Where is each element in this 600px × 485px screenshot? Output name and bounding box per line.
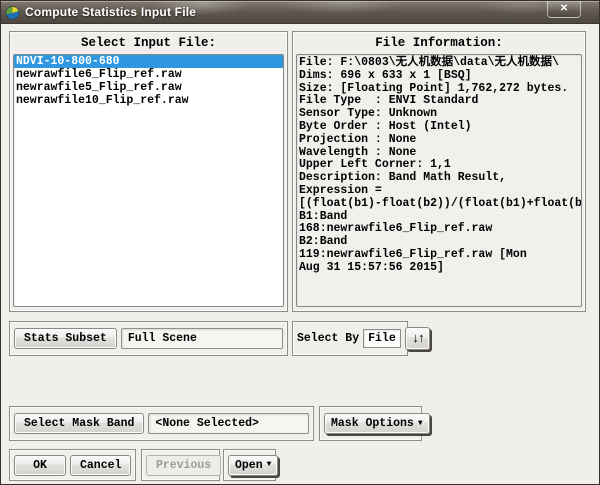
file-list-item[interactable]: NDVI-10-800-680 — [14, 55, 283, 68]
file-info-line: 119:newrawfile6_Flip_ref.raw [Mon — [299, 249, 579, 262]
stats-subset-button[interactable]: Stats Subset — [14, 328, 117, 349]
ok-cancel-group: OK Cancel — [9, 449, 136, 481]
previous-group: Previous — [141, 449, 220, 481]
file-info-line: Expression = — [299, 185, 579, 198]
select-by-toggle-button[interactable]: ↓↑ — [405, 327, 431, 350]
stats-subset-value: Full Scene — [121, 328, 283, 349]
file-info-line: Dims: 696 x 633 x 1 [BSQ] — [299, 70, 579, 83]
envi-app-icon — [5, 5, 20, 20]
input-file-listbox[interactable]: NDVI-10-800-680newrawfile6_Flip_ref.rawn… — [13, 54, 284, 307]
ok-button[interactable]: OK — [14, 455, 66, 476]
file-list-item[interactable]: newrawfile6_Flip_ref.raw — [14, 68, 283, 81]
chevron-down-icon: ▼ — [267, 461, 272, 469]
open-button[interactable]: Open ▼ — [228, 455, 278, 476]
file-list-item[interactable]: newrawfile10_Flip_ref.raw — [14, 94, 283, 107]
up-down-arrows-icon: ↓↑ — [412, 331, 424, 346]
mask-options-button[interactable]: Mask Options ▼ — [324, 413, 430, 434]
stats-subset-group: Stats Subset Full Scene — [9, 321, 288, 356]
select-by-label: Select By — [297, 332, 359, 345]
mask-options-label: Mask Options — [331, 417, 414, 430]
window-title: Compute Statistics Input File — [25, 5, 196, 19]
mask-band-group: Select Mask Band <None Selected> — [9, 406, 314, 441]
file-information-header: File Information: — [293, 32, 585, 52]
file-list-item[interactable]: newrawfile5_Flip_ref.raw — [14, 81, 283, 94]
file-info-line: Byte Order : Host (Intel) — [299, 121, 579, 134]
compute-statistics-dialog: Compute Statistics Input File ✕ Select I… — [0, 0, 600, 485]
file-info-line: Projection : None — [299, 134, 579, 147]
file-info-line: File: F:\0803\无人机数据\data\无人机数据\ — [299, 57, 579, 70]
select-by-group: Select By File ↓↑ — [292, 321, 408, 356]
file-info-line: [(float(b1)-float(b2))/(float(b1)+float(… — [299, 198, 579, 211]
select-input-file-panel: Select Input File: NDVI-10-800-680newraw… — [9, 31, 288, 312]
select-mask-band-button[interactable]: Select Mask Band — [14, 413, 144, 434]
file-information-panel: File Information: File: F:\0803\无人机数据\da… — [292, 31, 586, 312]
file-info-line: Aug 31 15:57:56 2015] — [299, 262, 579, 275]
mask-band-value: <None Selected> — [148, 413, 309, 434]
close-button[interactable]: ✕ — [547, 1, 581, 18]
open-group: Open ▼ — [223, 449, 276, 481]
select-input-file-header: Select Input File: — [10, 32, 287, 52]
chevron-down-icon: ▼ — [418, 420, 423, 428]
mask-options-group: Mask Options ▼ — [319, 406, 422, 441]
title-bar[interactable]: Compute Statistics Input File ✕ — [1, 1, 599, 23]
select-by-value: File — [363, 329, 401, 348]
file-information-box: File: F:\0803\无人机数据\data\无人机数据\Dims: 696… — [296, 54, 582, 307]
cancel-button[interactable]: Cancel — [70, 455, 131, 476]
previous-button: Previous — [146, 455, 221, 476]
close-icon: ✕ — [560, 3, 568, 14]
open-label: Open — [235, 459, 263, 472]
